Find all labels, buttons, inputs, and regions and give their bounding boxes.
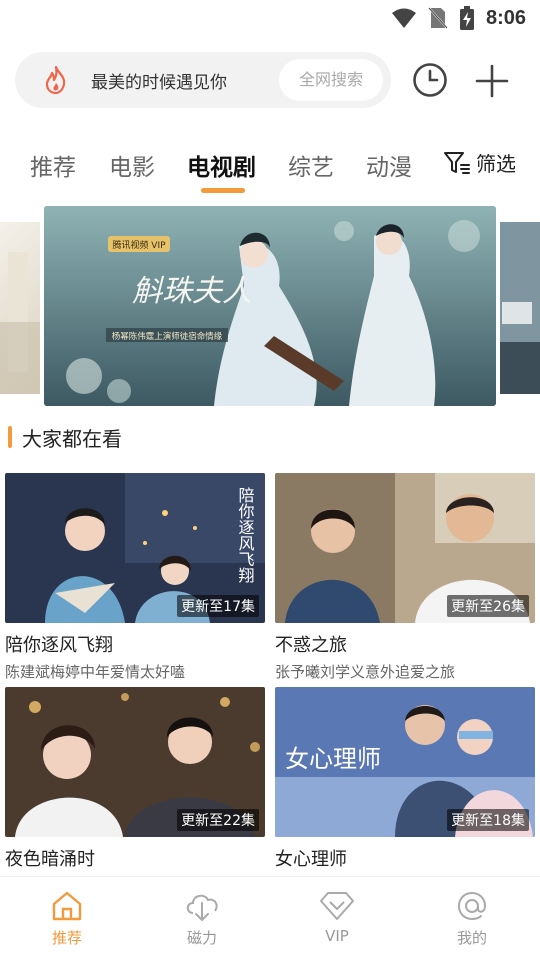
fire-icon (45, 66, 66, 94)
video-card[interactable]: 更新至26集 不惑之旅 张予曦刘学义意外追爱之旅 (275, 473, 535, 682)
episode-badge: 更新至17集 (177, 595, 259, 617)
nav-label: 磁力 (186, 929, 217, 947)
episode-badge: 更新至26集 (447, 595, 529, 617)
wifi-icon (391, 8, 416, 28)
video-title: 陪你逐风飞翔 (5, 635, 113, 656)
status-bar: 8:06 (0, 0, 540, 38)
video-subtitle: 陈建斌梅婷中年爱情太好嗑 (5, 663, 186, 681)
video-thumbnail[interactable]: 更新至26集 (275, 473, 535, 623)
video-title: 不惑之旅 (275, 635, 347, 656)
banner-prev-peek[interactable] (0, 222, 40, 394)
nav-item-mine[interactable]: 我的 (427, 889, 517, 948)
banner-poster-title: 斛珠夫人 (132, 274, 252, 309)
category-tabs: 推荐 电影 电视剧 综艺 动漫 筛选 (0, 142, 540, 202)
video-thumbnail[interactable]: 女心理师 更新至18集 (275, 687, 535, 837)
tab-anime[interactable]: 动漫 (366, 148, 412, 182)
cloud-download-icon (186, 894, 218, 921)
banner-brand-text: 腾讯视频 VIP (112, 239, 166, 251)
video-title: 夜色暗涌时 (5, 849, 95, 870)
history-clock-icon[interactable] (412, 62, 448, 98)
video-title: 女心理师 (275, 849, 347, 870)
banner-poster-tagline: 杨幂陈伟霆上演师徒宿命情缘 (112, 331, 223, 342)
search-row: 最美的时候遇见你 全网搜索 (15, 50, 525, 108)
nav-label: VIP (325, 927, 349, 945)
video-card[interactable]: 女心理师 更新至18集 女心理师 (275, 687, 535, 871)
active-tab-indicator (201, 188, 245, 193)
poster-title-text: 陪你逐风飞翔 (236, 487, 255, 584)
status-time: 8:06 (485, 6, 526, 29)
nav-item-recommend[interactable]: 推荐 (22, 889, 112, 948)
bottom-navigation: 推荐 磁力 VIP 我的 (0, 876, 540, 960)
tab-recommend[interactable]: 推荐 (30, 148, 76, 182)
nav-item-magnet[interactable]: 磁力 (157, 889, 247, 948)
video-thumbnail[interactable]: 陪你逐风飞翔 更新至17集 (5, 473, 265, 623)
nav-label: 我的 (456, 929, 487, 947)
video-subtitle: 张予曦刘学义意外追爱之旅 (275, 663, 456, 681)
section-heading: 大家都在看 (8, 424, 122, 451)
search-query-text: 最美的时候遇见你 (91, 73, 227, 93)
add-plus-icon[interactable] (473, 62, 511, 100)
no-sim-icon (428, 7, 448, 29)
video-thumbnail[interactable]: 更新至22集 (5, 687, 265, 837)
filter-funnel-icon (444, 151, 470, 174)
at-icon (457, 891, 487, 921)
nav-item-vip[interactable]: VIP (292, 889, 382, 945)
home-icon (52, 891, 82, 921)
poster-title-text: 女心理师 (285, 745, 381, 773)
nav-label: 推荐 (51, 929, 82, 947)
video-card[interactable]: 陪你逐风飞翔 更新至17集 陪你逐风飞翔 陈建斌梅婷中年爱情太好嗑 (5, 473, 265, 682)
tab-tv-series[interactable]: 电视剧 (187, 148, 256, 182)
video-card[interactable]: 更新至22集 夜色暗涌时 (5, 687, 265, 871)
tab-variety[interactable]: 综艺 (288, 148, 334, 182)
banner-carousel[interactable]: 腾讯视频 VIP 斛珠夫人 杨幂陈伟霆上演师徒宿命情缘 (0, 206, 540, 406)
banner-slide-current[interactable]: 腾讯视频 VIP 斛珠夫人 杨幂陈伟霆上演师徒宿命情缘 (44, 206, 496, 406)
section-accent-bar (8, 426, 12, 448)
banner-next-peek[interactable] (500, 222, 540, 394)
filter-label: 筛选 (476, 152, 516, 176)
section-title: 大家都在看 (22, 426, 122, 451)
banner-poster-art: 腾讯视频 VIP 斛珠夫人 杨幂陈伟霆上演师徒宿命情缘 (44, 206, 496, 406)
episode-badge: 更新至22集 (177, 809, 259, 831)
diamond-icon (320, 892, 354, 920)
episode-badge: 更新至18集 (447, 809, 529, 831)
battery-charging-icon (459, 6, 474, 30)
filter-button[interactable]: 筛选 (444, 148, 516, 177)
tab-movies[interactable]: 电影 (109, 148, 155, 182)
search-input[interactable]: 最美的时候遇见你 全网搜索 (15, 52, 391, 108)
all-web-search-button[interactable]: 全网搜索 (279, 59, 383, 101)
